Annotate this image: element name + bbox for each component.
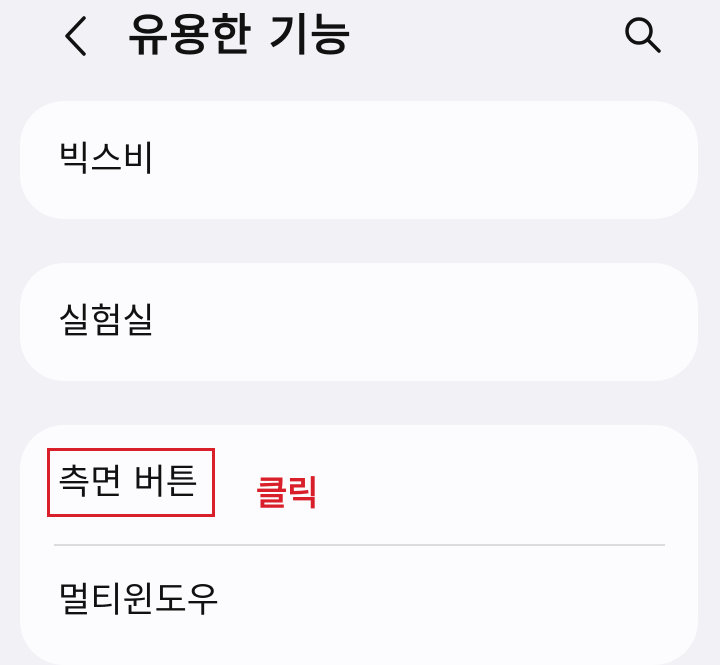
search-button[interactable] <box>618 10 668 60</box>
menu-item-label: 측면 버튼 <box>58 463 198 503</box>
menu-item-labs[interactable]: 실험실 <box>20 263 698 381</box>
menu-item-bixby[interactable]: 빅스비 <box>20 101 698 219</box>
menu-item-label: 멀티윈도우 <box>58 581 220 621</box>
app-header: 유용한 기능 <box>0 0 720 78</box>
page-title: 유용한 기능 <box>128 10 352 61</box>
chevron-left-icon <box>65 16 86 56</box>
click-annotation: 클릭 <box>256 474 319 514</box>
search-icon <box>625 17 661 53</box>
settings-group-card: 측면 버튼 멀티윈도우 <box>20 425 698 665</box>
back-button[interactable] <box>54 12 98 60</box>
menu-item-side-button[interactable]: 측면 버튼 <box>20 425 698 543</box>
menu-item-multi-window[interactable]: 멀티윈도우 <box>20 545 698 665</box>
menu-item-label: 실험실 <box>58 302 155 342</box>
menu-item-label: 빅스비 <box>58 140 155 180</box>
